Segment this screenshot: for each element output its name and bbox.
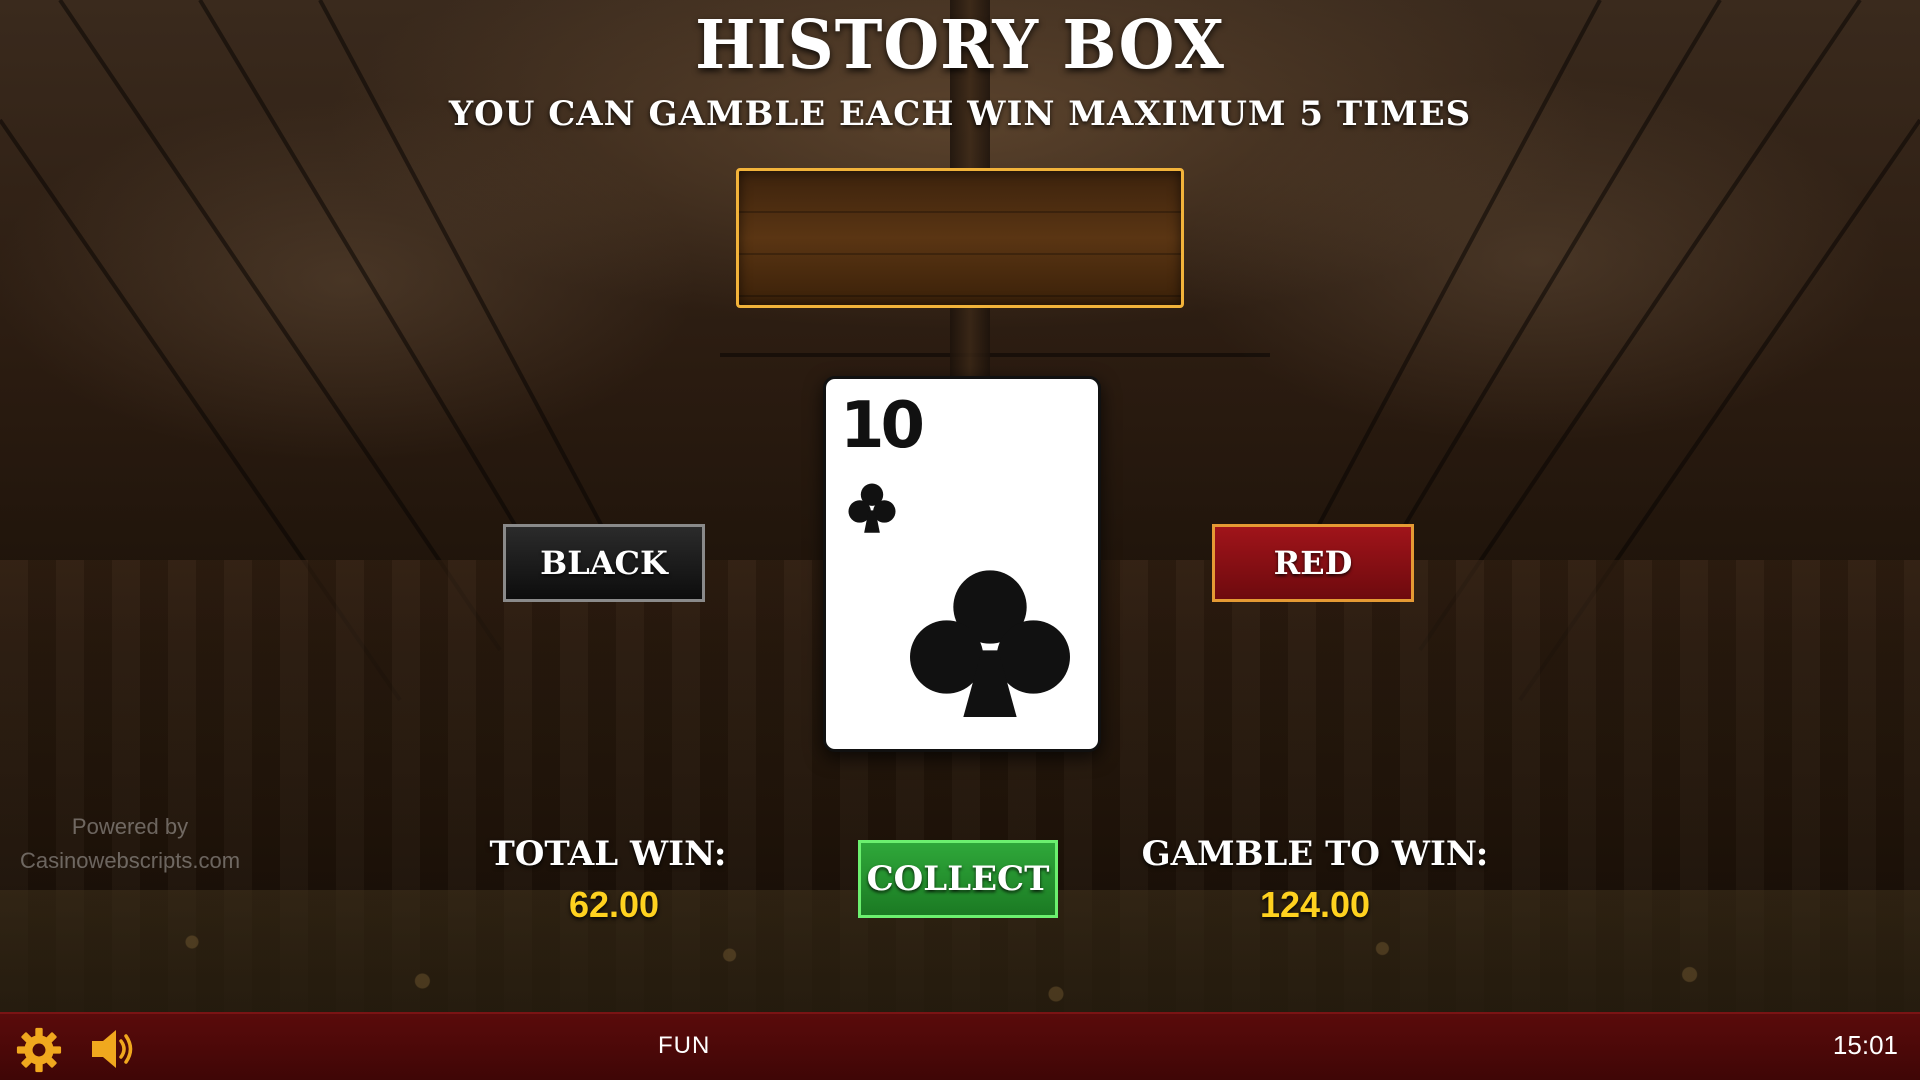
- bottom-bar: FUN 15:01: [0, 1012, 1920, 1080]
- watermark-site: Casinowebscripts.com: [19, 848, 241, 873]
- powered-by-line: Powered by: [71, 814, 189, 839]
- play-mode-label: FUN: [658, 1032, 711, 1059]
- gamble-to-win-label: GAMBLE TO WIN:: [1141, 834, 1489, 874]
- total-win-label: TOTAL WIN:: [489, 834, 727, 874]
- gamble-to-win-value: 124.00: [1259, 884, 1371, 925]
- gear-icon[interactable]: [16, 1027, 62, 1073]
- page-title: HISTORY BOX: [695, 6, 1225, 85]
- club-icon: [848, 483, 896, 533]
- club-icon: [910, 570, 1070, 717]
- collect-button[interactable]: COLLECT: [858, 840, 1058, 918]
- red-button[interactable]: RED: [1212, 524, 1414, 602]
- playing-card: 10: [823, 376, 1101, 752]
- total-win-value: 62.00: [568, 884, 660, 925]
- gamble-limit-text: YOU CAN GAMBLE EACH WIN MAXIMUM 5 TIMES: [448, 94, 1472, 134]
- speaker-icon[interactable]: [88, 1026, 138, 1072]
- history-box: [736, 168, 1184, 308]
- clock: 15:01: [1832, 1030, 1898, 1060]
- card-rank: 10: [840, 389, 925, 463]
- black-button[interactable]: BLACK: [503, 524, 705, 602]
- powered-by-watermark: Powered by Casinowebscripts.com: [10, 810, 250, 878]
